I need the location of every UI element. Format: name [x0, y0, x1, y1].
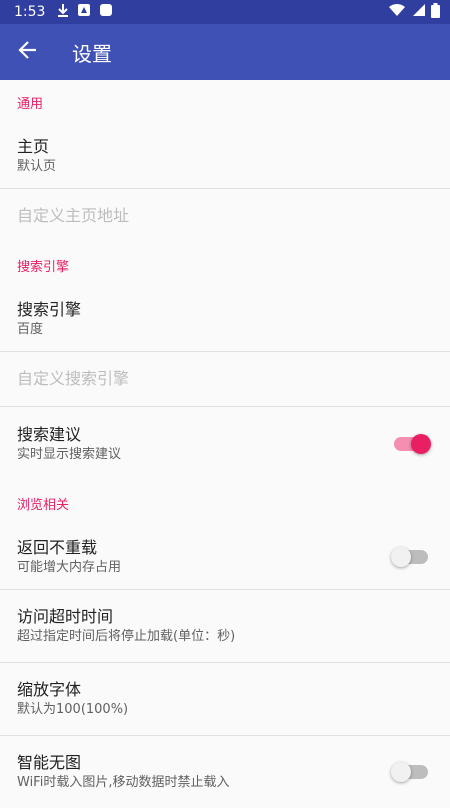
pref-no-image[interactable]: 智能无图 WiFi时载入图片,移动数据时禁止载入	[0, 736, 450, 808]
pref-search-suggest-summary: 实时显示搜索建议	[17, 447, 122, 462]
pref-search-engine-title: 搜索引擎	[17, 300, 82, 319]
pref-home-title: 主页	[17, 137, 50, 156]
status-time: 1:53	[14, 4, 46, 20]
section-header-general: 通用	[17, 96, 44, 112]
app-notification-icon	[77, 3, 91, 21]
pref-no-reload-title: 返回不重载	[17, 538, 98, 557]
wifi-icon	[389, 3, 405, 21]
pref-custom-search-engine[interactable]: 自定义搜索引擎	[0, 352, 450, 406]
pref-search-suggest-title: 搜索建议	[17, 425, 82, 444]
pref-custom-search-engine-title: 自定义搜索引擎	[17, 369, 130, 388]
pref-font-scale-summary: 默认为100(100%)	[17, 702, 129, 717]
pref-search-engine[interactable]: 搜索引擎 百度	[0, 287, 450, 351]
pref-home-summary: 默认页	[17, 159, 57, 174]
pref-custom-home-title: 自定义主页地址	[17, 206, 130, 225]
pref-no-image-title: 智能无图	[17, 753, 82, 772]
pref-font-scale[interactable]: 缩放字体 默认为100(100%)	[0, 663, 450, 735]
pref-no-reload-summary: 可能增大内存占用	[17, 560, 122, 575]
pref-search-engine-summary: 百度	[17, 322, 44, 337]
toggle-thumb	[411, 434, 431, 454]
download-icon	[57, 3, 69, 21]
no-reload-toggle[interactable]	[391, 547, 428, 567]
arrow-left-icon	[18, 40, 38, 64]
pref-timeout[interactable]: 访问超时时间 超过指定时间后将停止加载(单位：秒)	[0, 590, 450, 662]
pref-timeout-summary: 超过指定时间后将停止加载(单位：秒)	[17, 629, 236, 644]
page-title: 设置	[72, 41, 112, 66]
section-header-search: 搜索引擎	[17, 259, 70, 275]
section-header-browsing: 浏览相关	[17, 497, 70, 513]
search-suggest-toggle[interactable]	[394, 434, 431, 454]
pref-no-image-summary: WiFi时载入图片,移动数据时禁止载入	[17, 775, 230, 790]
toggle-thumb	[391, 762, 411, 782]
pref-font-scale-title: 缩放字体	[17, 680, 82, 699]
no-image-toggle[interactable]	[391, 762, 428, 782]
app-toolbar: 设置	[0, 24, 450, 80]
status-bar: 1:53	[0, 0, 450, 24]
pref-no-reload[interactable]: 返回不重载 可能增大内存占用	[0, 525, 450, 589]
pref-timeout-title: 访问超时时间	[17, 607, 114, 626]
pref-search-suggest[interactable]: 搜索建议 实时显示搜索建议	[0, 407, 450, 481]
pref-custom-home[interactable]: 自定义主页地址	[0, 189, 450, 243]
toggle-thumb	[391, 547, 411, 567]
pref-home[interactable]: 主页 默认页	[0, 124, 450, 188]
back-button[interactable]	[0, 24, 56, 80]
signal-icon	[411, 3, 425, 21]
battery-icon	[431, 2, 440, 22]
square-notification-icon	[99, 3, 113, 21]
